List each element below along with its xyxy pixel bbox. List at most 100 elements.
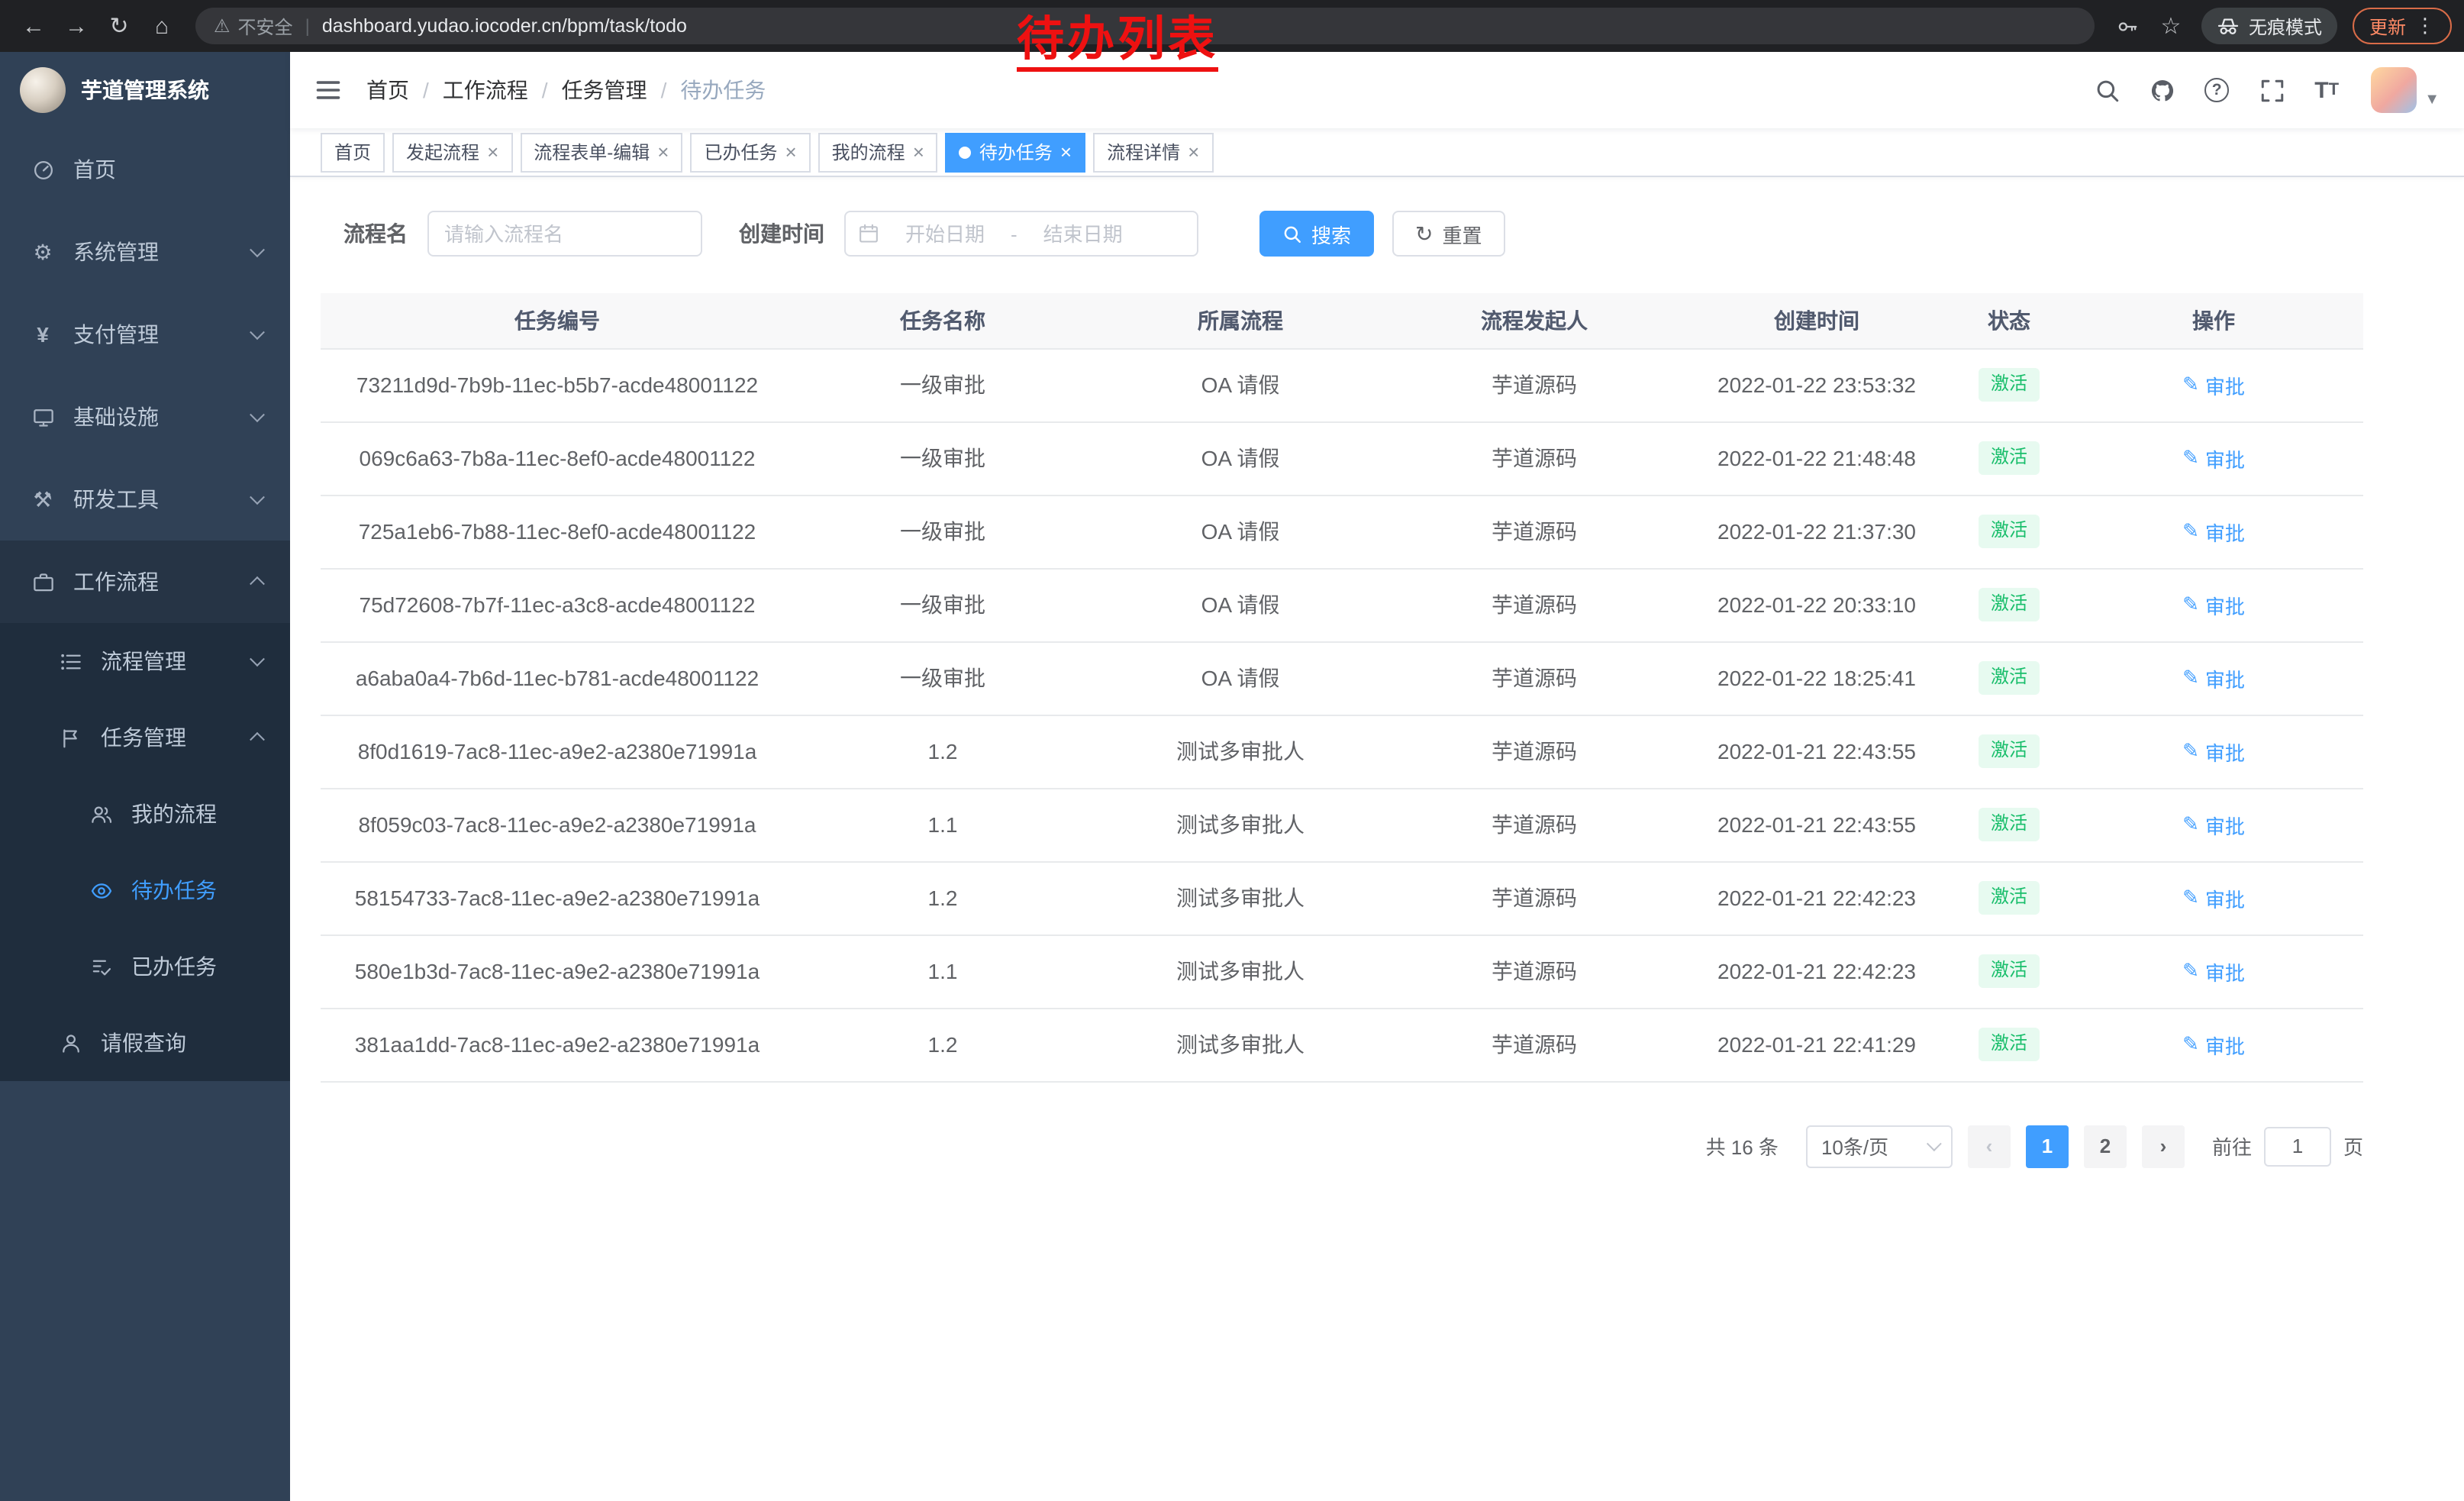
tab-start-process[interactable]: 发起流程 × [392,132,512,172]
github-icon[interactable] [2145,73,2179,107]
cell-task-name: 1.2 [794,1008,1092,1081]
chevron-up-icon [250,576,265,592]
search-button-label: 搜索 [1311,219,1351,248]
tab-label: 已办任务 [704,139,777,165]
process-name-input[interactable] [427,211,702,257]
breadcrumb-task-mgmt[interactable]: 任务管理 [562,75,647,105]
sidebar-item-task-mgmt[interactable]: 任务管理 [0,699,290,776]
approve-link[interactable]: ✎审批 [2182,370,2245,399]
address-bar[interactable]: ⚠ 不安全 | dashboard.yudao.iocoder.cn/bpm/t… [195,8,2095,44]
font-size-icon[interactable]: TT [2310,73,2343,107]
tab-todo-tasks[interactable]: 待办任务 × [946,132,1085,172]
sidebar-item-leave-query[interactable]: 请假查询 [0,1005,290,1081]
home-icon[interactable]: ⌂ [140,5,183,47]
cell-created-time: 2022-01-22 18:25:41 [1679,641,1954,715]
approve-link[interactable]: ✎审批 [2182,590,2245,619]
breadcrumb-home[interactable]: 首页 [366,75,409,105]
cell-created-time: 2022-01-22 23:53:32 [1679,348,1954,421]
sidebar-item-infra[interactable]: 基础设施 [0,376,290,458]
hamburger-icon[interactable] [314,76,342,104]
tools-icon: ⚒ [31,486,55,512]
status-badge: 激活 [1979,368,2040,401]
approve-link[interactable]: ✎审批 [2182,883,2245,912]
search-button[interactable]: 搜索 [1259,211,1374,257]
tab-my-process[interactable]: 我的流程 × [818,132,938,172]
approve-link[interactable]: ✎审批 [2182,663,2245,692]
cell-process: OA 请假 [1092,641,1389,715]
user-menu[interactable]: ▼ [2371,67,2440,113]
page-button-1[interactable]: 1 [2026,1125,2069,1167]
cell-initiator: 芋道源码 [1389,641,1679,715]
reload-icon[interactable]: ↻ [98,5,140,47]
screen: ← → ↻ ⌂ ⚠ 不安全 | dashboard.yudao.iocoder.… [0,0,2464,1501]
refresh-icon: ↻ [1415,223,1433,244]
cell-process: 测试多审批人 [1092,1008,1389,1081]
approve-link[interactable]: ✎审批 [2182,737,2245,766]
sidebar-item-label: 流程管理 [101,646,186,676]
active-dot [959,146,972,158]
close-icon[interactable]: × [657,142,669,162]
incognito-badge: 无痕模式 [2201,8,2337,44]
table-row: 069c6a63-7b8a-11ec-8ef0-acde48001122一级审批… [321,421,2363,495]
forward-icon[interactable]: → [55,5,98,47]
incognito-icon [2217,15,2240,37]
close-icon[interactable]: × [785,142,796,162]
sidebar-item-process-mgmt[interactable]: 流程管理 [0,623,290,699]
help-icon[interactable]: ? [2200,73,2233,107]
approve-link[interactable]: ✎审批 [2182,810,2245,839]
back-icon[interactable]: ← [12,5,55,47]
close-icon[interactable]: × [913,142,924,162]
browser-menu-icon[interactable]: ⋮ [2415,14,2435,38]
sidebar-item-system[interactable]: ⚙ 系统管理 [0,211,290,293]
search-icon[interactable] [2090,73,2124,107]
sidebar-item-workflow[interactable]: 工作流程 [0,541,290,623]
date-range-picker[interactable]: - [844,211,1198,257]
navbar-tools: ? TT ▼ [2090,67,2440,113]
update-button[interactable]: 更新 ⋮ [2353,8,2452,44]
approve-link[interactable]: ✎审批 [2182,517,2245,546]
sidebar-item-done-tasks[interactable]: 已办任务 [0,928,290,1005]
close-icon[interactable]: × [1060,142,1072,162]
cell-initiator: 芋道源码 [1389,861,1679,934]
sidebar-item-my-process[interactable]: 我的流程 [0,776,290,852]
column-header: 状态 [1954,293,2064,348]
page-button-2[interactable]: 2 [2084,1125,2127,1167]
sidebar-item-devtools[interactable]: ⚒ 研发工具 [0,458,290,541]
key-icon[interactable] [2107,5,2150,47]
fullscreen-icon[interactable] [2255,73,2288,107]
reset-button[interactable]: ↻ 重置 [1392,211,1505,257]
close-icon[interactable]: × [1188,142,1199,162]
breadcrumb-separator: / [661,78,667,102]
close-icon[interactable]: × [487,142,498,162]
page-size-select[interactable]: 10条/页 [1806,1125,1953,1167]
sidebar-item-home[interactable]: 首页 [0,128,290,211]
approve-link[interactable]: ✎审批 [2182,957,2245,986]
cell-task-name: 一级审批 [794,348,1092,421]
tab-done-tasks[interactable]: 已办任务 × [690,132,810,172]
approve-link[interactable]: ✎审批 [2182,444,2245,473]
tab-home[interactable]: 首页 [321,132,385,172]
cell-action: ✎审批 [2064,495,2363,568]
sidebar-item-payment[interactable]: ¥ 支付管理 [0,293,290,376]
cell-task-id: 725a1eb6-7b88-11ec-8ef0-acde48001122 [321,495,794,568]
approve-link[interactable]: ✎审批 [2182,1030,2245,1059]
navbar: 首页 / 工作流程 / 任务管理 / 待办任务 ? TT ▼ [290,52,2464,128]
process-name-label: 流程名 [343,218,408,249]
next-page-button[interactable]: › [2142,1125,2185,1167]
sidebar-item-todo-tasks[interactable]: 待办任务 [0,852,290,928]
browser-chrome: ← → ↻ ⌂ ⚠ 不安全 | dashboard.yudao.iocoder.… [0,0,2464,52]
start-date-input[interactable] [885,222,1005,245]
avatar[interactable] [2371,67,2417,113]
breadcrumb-workflow[interactable]: 工作流程 [443,75,528,105]
prev-page-button[interactable]: ‹ [1968,1125,2011,1167]
tab-process-detail[interactable]: 流程详情 × [1093,132,1213,172]
goto-page-input[interactable] [2264,1126,2331,1166]
edit-icon: ✎ [2182,592,2199,617]
edit-icon: ✎ [2182,739,2199,763]
sidebar-item-label: 支付管理 [73,319,159,350]
cell-action: ✎审批 [2064,641,2363,715]
tab-process-form-edit[interactable]: 流程表单-编辑 × [520,132,682,172]
end-date-input[interactable] [1024,222,1143,245]
cell-task-id: 58154733-7ac8-11ec-a9e2-a2380e71991a [321,861,794,934]
bookmark-star-icon[interactable]: ☆ [2150,5,2192,47]
